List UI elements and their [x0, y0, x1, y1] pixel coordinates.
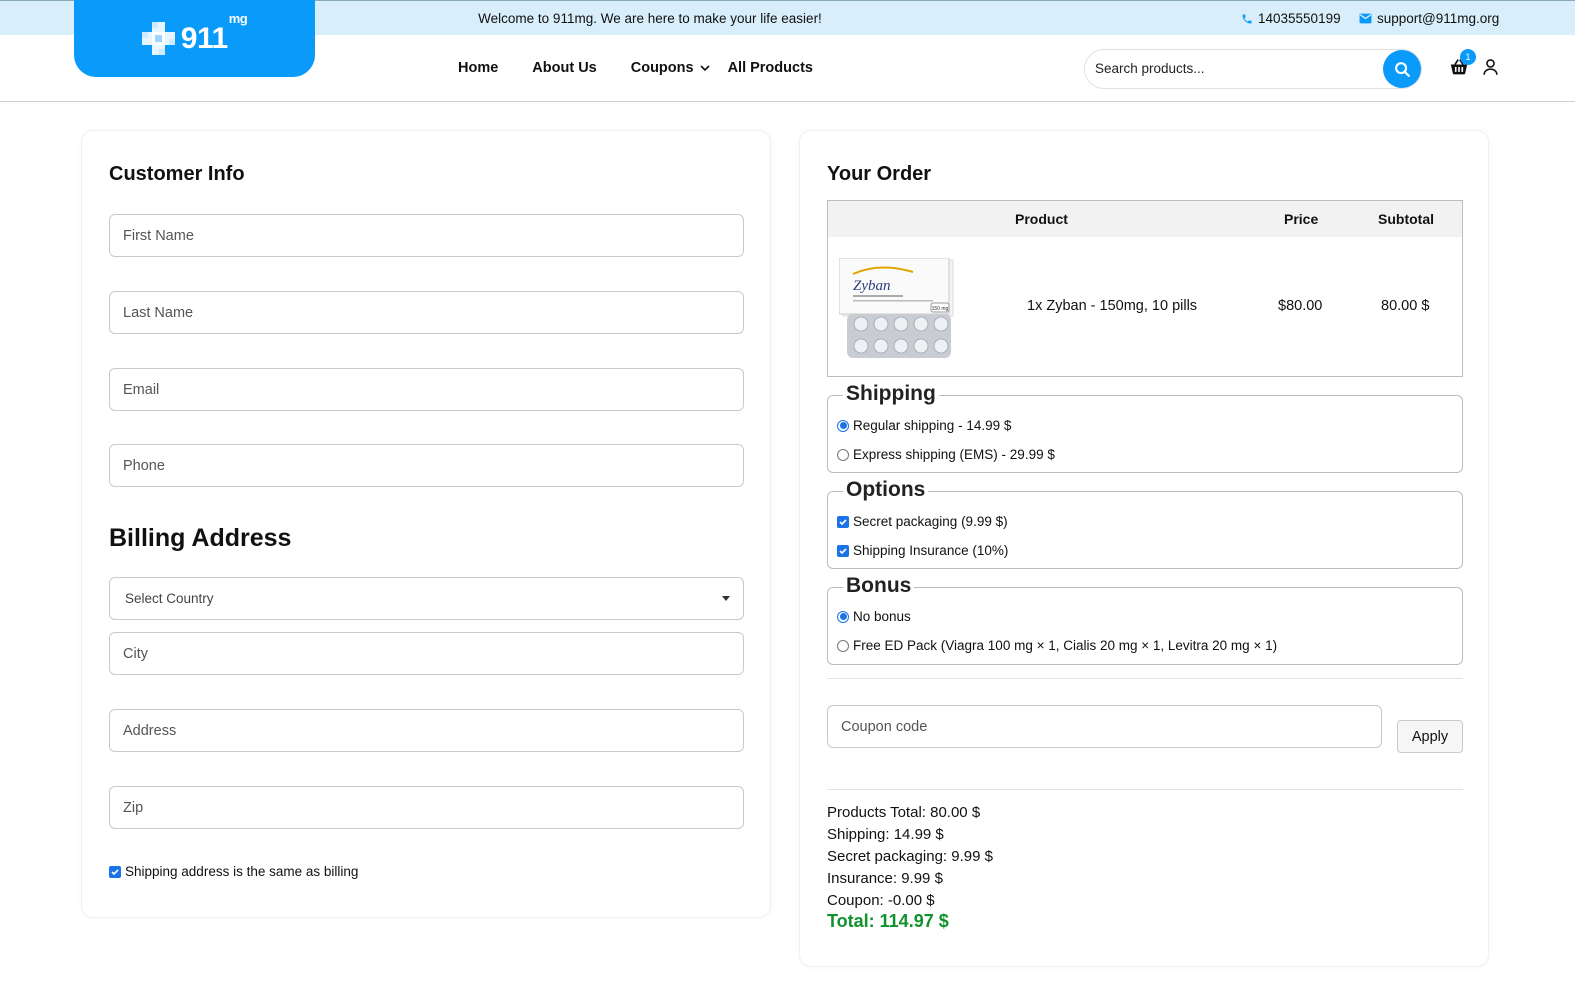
zip-input[interactable] — [110, 787, 743, 828]
first-name-input[interactable] — [110, 215, 743, 256]
package-brand: Zyban — [853, 278, 891, 294]
chevron-down-icon — [699, 64, 710, 71]
checkbox-checked-icon — [837, 515, 849, 528]
phone-field — [109, 444, 744, 487]
radio-unselected-icon — [837, 448, 849, 461]
coupon-divider-top — [827, 678, 1463, 679]
city-field — [109, 632, 744, 675]
nav-coupons[interactable]: Coupons — [631, 60, 710, 76]
secret-packaging-label: Secret packaging (9.99 $) — [853, 514, 1008, 529]
phone-contact[interactable]: 14035550199 — [1241, 11, 1341, 26]
column-header-price: Price — [1284, 211, 1319, 227]
account-button[interactable] — [1482, 58, 1500, 78]
express-shipping-label: Express shipping (EMS) - 29.99 $ — [853, 447, 1055, 462]
header-divider — [0, 101, 1575, 102]
email-field — [109, 368, 744, 411]
phone-icon — [1242, 14, 1252, 23]
your-order-card: Your Order Product Price Subtotal Zyban … — [799, 130, 1489, 967]
column-header-product: Product — [1015, 211, 1068, 227]
same-as-billing-label: Shipping address is the same as billing — [125, 864, 359, 879]
country-select[interactable]: Select Country — [109, 577, 744, 620]
coupon-field — [827, 705, 1382, 748]
billing-address-title: Billing Address — [109, 524, 292, 552]
secret-packaging-checkbox[interactable]: Secret packaging (9.99 $) — [837, 514, 1008, 529]
checkbox-checked-icon — [837, 544, 849, 557]
first-name-field — [109, 214, 744, 257]
email-address: support@911mg.org — [1377, 11, 1500, 26]
search-input[interactable] — [1095, 61, 1375, 76]
bonus-group: Bonus No bonus Free ED Pack (Viagra 100 … — [827, 574, 1463, 665]
free-ed-pack-label: Free ED Pack (Viagra 100 mg × 1, Cialis … — [853, 638, 1278, 653]
country-select-value: Select Country — [125, 591, 214, 606]
no-bonus-label: No bonus — [853, 609, 911, 624]
product-search — [1084, 49, 1422, 89]
address-field — [109, 709, 744, 752]
summary-products-total: Products Total: 80.00 $ — [827, 804, 981, 821]
envelope-icon — [1359, 13, 1372, 24]
regular-shipping-radio[interactable]: Regular shipping - 14.99 $ — [837, 418, 1011, 433]
nav-about-us[interactable]: About Us — [532, 60, 596, 76]
checkbox-checked-icon — [109, 865, 121, 878]
summary-insurance: Insurance: 9.99 $ — [827, 870, 943, 887]
coupon-input[interactable] — [828, 706, 1381, 747]
main-navigation: Home About Us Coupons All Products — [458, 60, 813, 76]
shipping-group: Shipping Regular shipping - 14.99 $ Expr… — [827, 382, 1463, 473]
order-total: Total: 114.97 $ — [827, 911, 949, 931]
apply-coupon-button[interactable]: Apply — [1397, 720, 1463, 753]
last-name-field — [109, 291, 744, 334]
your-order-title: Your Order — [827, 163, 932, 185]
express-shipping-radio[interactable]: Express shipping (EMS) - 29.99 $ — [837, 447, 1055, 462]
order-table: Product Price Subtotal Zyban 150 mg 1x Z… — [827, 200, 1463, 377]
search-button[interactable] — [1383, 50, 1421, 88]
summary-secret-packaging: Secret packaging: 9.99 $ — [827, 848, 993, 865]
coupon-divider-bottom — [827, 789, 1463, 790]
phone-number: 14035550199 — [1258, 11, 1341, 26]
cart-count-badge: 1 — [1460, 49, 1476, 65]
package-dose: 150 mg — [932, 306, 949, 312]
order-summary: Products Total: 80.00 $ Shipping: 14.99 … — [827, 802, 993, 912]
options-legend: Options — [843, 478, 929, 502]
user-icon — [1483, 59, 1498, 75]
zip-field — [109, 786, 744, 829]
medical-cross-icon — [141, 22, 175, 55]
product-image: Zyban 150 mg — [839, 258, 954, 358]
shipping-insurance-checkbox[interactable]: Shipping Insurance (10%) — [837, 543, 1008, 558]
free-ed-pack-radio[interactable]: Free ED Pack (Viagra 100 mg × 1, Cialis … — [837, 638, 1277, 653]
radio-selected-icon — [837, 419, 849, 432]
summary-shipping: Shipping: 14.99 $ — [827, 826, 944, 843]
options-group: Options Secret packaging (9.99 $) Shippi… — [827, 478, 1463, 569]
order-item-price: $80.00 — [1278, 298, 1323, 314]
site-logo[interactable]: 911mg — [74, 0, 315, 77]
customer-info-title: Customer Info — [109, 163, 245, 185]
last-name-input[interactable] — [110, 292, 743, 333]
customer-info-card: Customer Info Billing Address Select Cou… — [81, 130, 771, 918]
radio-unselected-icon — [837, 639, 849, 652]
radio-selected-icon — [837, 610, 849, 623]
cart-button[interactable]: 1 — [1449, 49, 1476, 80]
bonus-legend: Bonus — [843, 574, 915, 598]
email-input[interactable] — [110, 369, 743, 410]
shipping-insurance-label: Shipping Insurance (10%) — [853, 543, 1009, 558]
nav-all-products[interactable]: All Products — [728, 60, 813, 76]
nav-home[interactable]: Home — [458, 60, 498, 76]
logo-wordmark: 911mg — [180, 10, 248, 55]
regular-shipping-label: Regular shipping - 14.99 $ — [853, 418, 1012, 433]
shipping-legend: Shipping — [843, 382, 939, 406]
phone-input[interactable] — [110, 445, 743, 486]
address-input[interactable] — [110, 710, 743, 751]
no-bonus-radio[interactable]: No bonus — [837, 609, 911, 624]
search-icon — [1394, 61, 1410, 77]
same-as-billing-checkbox[interactable]: Shipping address is the same as billing — [109, 864, 358, 879]
city-input[interactable] — [110, 633, 743, 674]
order-item-subtotal: 80.00 $ — [1381, 298, 1430, 314]
column-header-subtotal: Subtotal — [1378, 211, 1434, 227]
dropdown-caret-icon — [722, 596, 730, 601]
summary-coupon: Coupon: -0.00 $ — [827, 892, 935, 909]
order-item-name: 1x Zyban - 150mg, 10 pills — [1027, 298, 1198, 314]
email-contact[interactable]: support@911mg.org — [1359, 11, 1499, 26]
order-table-header: Product Price Subtotal — [828, 201, 1462, 237]
